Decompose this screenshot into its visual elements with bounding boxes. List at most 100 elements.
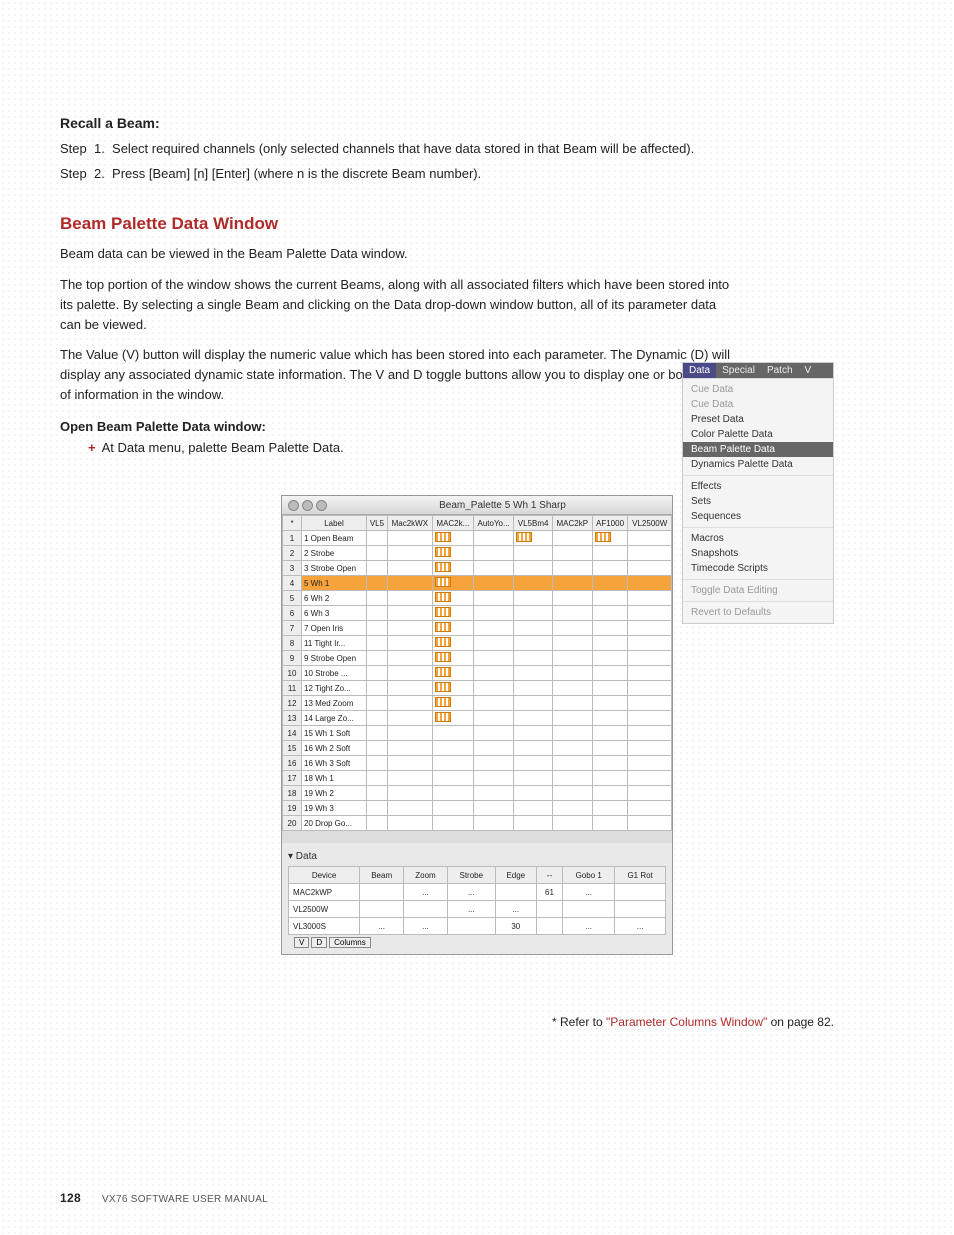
- filter-icon: [435, 652, 451, 662]
- v-button[interactable]: V: [294, 937, 309, 948]
- table-row[interactable]: 1112 Tight Zo...: [283, 681, 672, 696]
- page-number: 128: [60, 1191, 81, 1205]
- data-col[interactable]: Device: [289, 867, 360, 884]
- filter-icon: [435, 667, 451, 677]
- column-header[interactable]: AutoYo...: [473, 516, 513, 531]
- table-row[interactable]: 45 Wh 1: [283, 576, 672, 591]
- data-row[interactable]: VL2500W......: [289, 901, 666, 918]
- menu-item[interactable]: Cue Data: [683, 397, 833, 412]
- data-col[interactable]: --: [536, 867, 562, 884]
- table-row[interactable]: 56 Wh 2: [283, 591, 672, 606]
- menu-item[interactable]: Color Palette Data: [683, 427, 833, 442]
- footnote-pre: * Refer to: [552, 1015, 606, 1029]
- table-row[interactable]: 1919 Wh 3: [283, 801, 672, 816]
- menu-item[interactable]: Toggle Data Editing: [683, 583, 833, 598]
- filter-icon: [595, 532, 611, 542]
- data-row[interactable]: MAC2kWP......61...: [289, 884, 666, 901]
- menu-item[interactable]: Effects: [683, 479, 833, 494]
- table-row[interactable]: 2020 Drop Go...: [283, 816, 672, 831]
- filter-icon: [435, 532, 451, 542]
- column-header[interactable]: VL5: [367, 516, 388, 531]
- table-row[interactable]: 1819 Wh 2: [283, 786, 672, 801]
- table-row[interactable]: 1213 Med Zoom: [283, 696, 672, 711]
- menu-item[interactable]: Macros: [683, 531, 833, 546]
- section-p1: Beam data can be viewed in the Beam Pale…: [60, 244, 740, 264]
- filter-icon: [435, 562, 451, 572]
- window-title: Beam_Palette 5 Wh 1 Sharp: [333, 500, 672, 511]
- beam-palette-window: Beam_Palette 5 Wh 1 Sharp *LabelVL5Mac2k…: [281, 495, 673, 955]
- menu-tab-special[interactable]: Special: [716, 363, 761, 378]
- filter-icon: [435, 622, 451, 632]
- recall-heading: Recall a Beam:: [60, 115, 894, 131]
- table-row[interactable]: 1415 Wh 1 Soft: [283, 726, 672, 741]
- data-col[interactable]: Edge: [495, 867, 536, 884]
- filter-icon: [435, 592, 451, 602]
- footnote-link[interactable]: "Parameter Columns Window": [606, 1015, 767, 1029]
- menu-item[interactable]: Snapshots: [683, 546, 833, 561]
- manual-title: VX76 SOFTWARE USER MANUAL: [102, 1194, 268, 1205]
- data-dropdown[interactable]: ▾ Data: [288, 851, 666, 862]
- column-header[interactable]: *: [283, 516, 302, 531]
- column-header[interactable]: MAC2k...: [432, 516, 473, 531]
- table-row[interactable]: 33 Strobe Open: [283, 561, 672, 576]
- data-col[interactable]: Strobe: [447, 867, 495, 884]
- data-col[interactable]: Gobo 1: [563, 867, 615, 884]
- step-2: Step 2. Press [Beam] [n] [Enter] (where …: [60, 162, 894, 187]
- section-p2: The top portion of the window shows the …: [60, 275, 740, 335]
- data-col[interactable]: G1 Rot: [615, 867, 666, 884]
- menu-item[interactable]: Cue Data: [683, 382, 833, 397]
- table-row[interactable]: 11 Open Beam: [283, 531, 672, 546]
- filter-icon: [435, 547, 451, 557]
- h-scrollbar[interactable]: [282, 831, 672, 843]
- data-col[interactable]: Beam: [360, 867, 404, 884]
- filter-icon: [435, 697, 451, 707]
- filter-icon: [435, 712, 451, 722]
- table-row[interactable]: 1616 Wh 3 Soft: [283, 756, 672, 771]
- footnote: * Refer to "Parameter Columns Window" on…: [60, 1015, 834, 1029]
- close-icon[interactable]: [288, 500, 299, 511]
- menu-item[interactable]: Timecode Scripts: [683, 561, 833, 576]
- palette-table[interactable]: *LabelVL5Mac2kWXMAC2k...AutoYo...VL5Bm4M…: [282, 515, 672, 831]
- minimize-icon[interactable]: [302, 500, 313, 511]
- columns-button[interactable]: Columns: [329, 937, 371, 948]
- filter-icon: [435, 682, 451, 692]
- column-header[interactable]: MAC2kP: [552, 516, 592, 531]
- data-row[interactable]: VL3000S......30......: [289, 918, 666, 935]
- column-header[interactable]: VL2500W: [628, 516, 672, 531]
- table-row[interactable]: 1010 Strobe ...: [283, 666, 672, 681]
- menu-tab-v[interactable]: V: [799, 363, 818, 378]
- table-row[interactable]: 99 Strobe Open: [283, 651, 672, 666]
- filter-icon: [516, 532, 532, 542]
- window-titlebar: Beam_Palette 5 Wh 1 Sharp: [282, 496, 672, 515]
- column-header[interactable]: VL5Bm4: [514, 516, 553, 531]
- filter-icon: [435, 577, 451, 587]
- column-header[interactable]: Mac2kWX: [387, 516, 432, 531]
- menu-item[interactable]: Revert to Defaults: [683, 605, 833, 620]
- menu-item[interactable]: Preset Data: [683, 412, 833, 427]
- column-header[interactable]: AF1000: [592, 516, 628, 531]
- table-row[interactable]: 22 Strobe: [283, 546, 672, 561]
- table-row[interactable]: 1516 Wh 2 Soft: [283, 741, 672, 756]
- menu-tab-patch[interactable]: Patch: [761, 363, 799, 378]
- page-footer: 128 VX76 SOFTWARE USER MANUAL: [60, 1191, 268, 1205]
- table-row[interactable]: 66 Wh 3: [283, 606, 672, 621]
- table-row[interactable]: 1718 Wh 1: [283, 771, 672, 786]
- menu-tab-data[interactable]: Data: [683, 363, 716, 378]
- column-header[interactable]: Label: [302, 516, 367, 531]
- data-menu: DataSpecialPatchV Cue DataCue DataPreset…: [682, 362, 834, 624]
- open-instruction-text: At Data menu, palette Beam Palette Data.: [102, 440, 344, 455]
- table-row[interactable]: 77 Open Iris: [283, 621, 672, 636]
- section-p3: The Value (V) button will display the nu…: [60, 345, 740, 405]
- data-col[interactable]: Zoom: [404, 867, 448, 884]
- zoom-icon[interactable]: [316, 500, 327, 511]
- menu-item[interactable]: Beam Palette Data: [683, 442, 833, 457]
- menu-item[interactable]: Sets: [683, 494, 833, 509]
- menu-item[interactable]: Sequences: [683, 509, 833, 524]
- footnote-post: on page 82.: [767, 1015, 834, 1029]
- d-button[interactable]: D: [311, 937, 327, 948]
- step-1: Step 1. Select required channels (only s…: [60, 137, 894, 162]
- data-table[interactable]: DeviceBeamZoomStrobeEdge--Gobo 1G1 Rot M…: [288, 866, 666, 935]
- table-row[interactable]: 811 Tight Ir...: [283, 636, 672, 651]
- menu-item[interactable]: Dynamics Palette Data: [683, 457, 833, 472]
- table-row[interactable]: 1314 Large Zo...: [283, 711, 672, 726]
